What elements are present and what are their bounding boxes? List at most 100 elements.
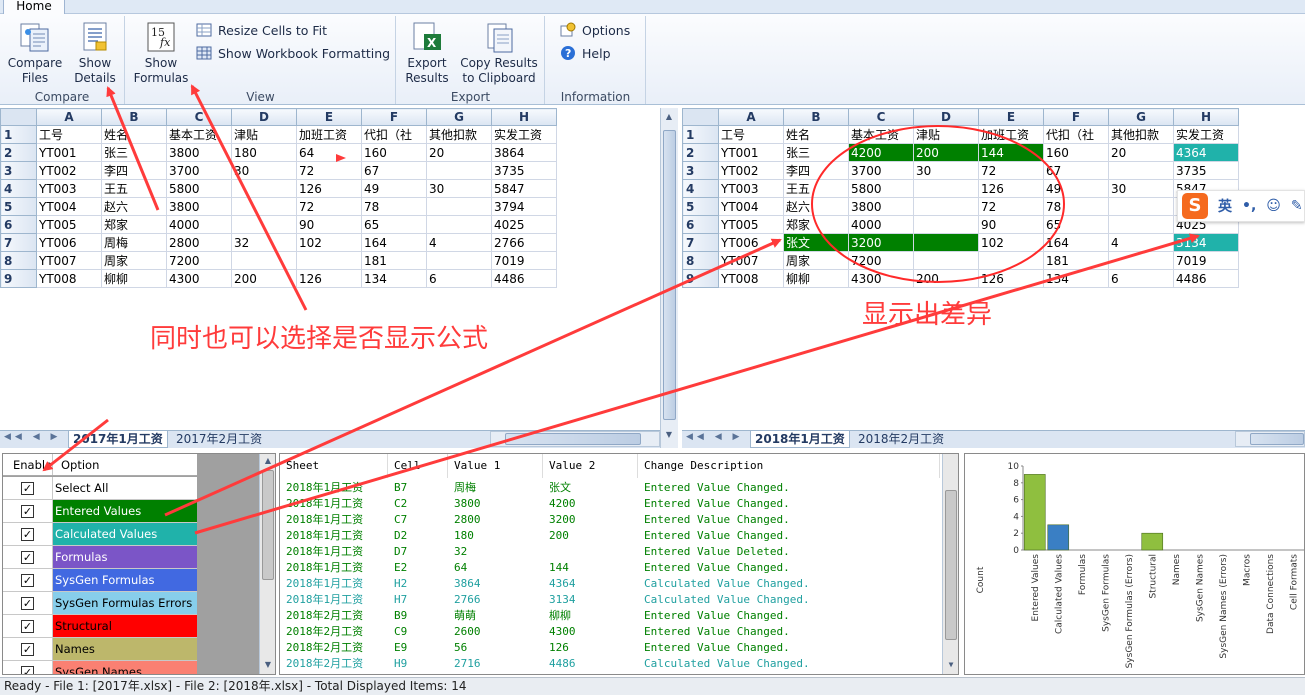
options-button[interactable]: Options <box>560 21 630 39</box>
cell[interactable]: 90 <box>978 215 1044 234</box>
cell[interactable]: 5847 <box>491 179 557 198</box>
cell[interactable]: 164 <box>361 233 427 252</box>
cell[interactable] <box>1108 215 1174 234</box>
cell[interactable]: 3200 <box>848 233 914 252</box>
cell[interactable]: 30 <box>913 161 979 180</box>
cell[interactable]: YT001 <box>718 143 784 162</box>
result-row[interactable]: 2018年2月工资 B9 萌萌 柳柳 Entered Value Changed. <box>280 608 940 624</box>
column-header[interactable]: E <box>296 108 362 126</box>
sogou-logo-icon[interactable]: S <box>1182 193 1208 219</box>
cell[interactable] <box>426 161 492 180</box>
cell[interactable]: 李四 <box>101 161 167 180</box>
cell[interactable]: 姓名 <box>101 125 167 144</box>
show-workbook-formatting-button[interactable]: Show Workbook Formatting <box>196 44 390 62</box>
enable-checkbox[interactable]: ✓ <box>21 504 34 518</box>
result-row[interactable]: 2018年1月工资 C7 2800 3200 Entered Value Changed… <box>280 512 940 528</box>
cell[interactable]: 王五 <box>783 179 849 198</box>
cell[interactable]: 基本工资 <box>166 125 232 144</box>
cell[interactable] <box>231 215 297 234</box>
filter-scroll-thumb[interactable] <box>262 470 274 580</box>
select-all-corner[interactable] <box>0 108 37 126</box>
left-vscroll-thumb[interactable] <box>663 130 676 420</box>
cell[interactable]: 柳柳 <box>101 269 167 288</box>
cell[interactable]: 加班工资 <box>978 125 1044 144</box>
cell[interactable]: 4025 <box>491 215 557 234</box>
tab-home[interactable]: Home <box>3 0 65 14</box>
row-header[interactable]: 4 <box>0 179 37 198</box>
enable-checkbox-cell[interactable]: ✓ <box>3 592 53 614</box>
cell[interactable]: 实发工资 <box>1173 125 1239 144</box>
cell[interactable]: 181 <box>1043 251 1109 270</box>
cell[interactable] <box>426 251 492 270</box>
cell[interactable]: 赵六 <box>101 197 167 216</box>
cell[interactable]: 126 <box>978 269 1044 288</box>
row-header[interactable]: 9 <box>0 269 37 288</box>
cell[interactable]: 49 <box>361 179 427 198</box>
results-header-description[interactable]: Change Description <box>638 454 940 478</box>
cell[interactable] <box>426 215 492 234</box>
cell[interactable]: YT003 <box>718 179 784 198</box>
column-header[interactable]: D <box>231 108 297 126</box>
cell[interactable]: 126 <box>296 179 362 198</box>
cell[interactable]: 3794 <box>491 197 557 216</box>
column-header[interactable]: B <box>101 108 167 126</box>
right-hscroll-thumb[interactable] <box>1250 433 1304 445</box>
cell[interactable]: YT005 <box>36 215 102 234</box>
cell[interactable]: 郑家 <box>101 215 167 234</box>
cell[interactable]: YT002 <box>36 161 102 180</box>
cell[interactable]: 7019 <box>1173 251 1239 270</box>
cell[interactable]: 67 <box>361 161 427 180</box>
left-hscroll-thumb[interactable] <box>505 433 641 445</box>
row-header[interactable]: 8 <box>0 251 37 270</box>
cell[interactable]: YT001 <box>36 143 102 162</box>
column-header[interactable]: G <box>1108 108 1174 126</box>
cell[interactable] <box>231 179 297 198</box>
filter-option-row[interactable]: ✓ SysGen Formulas Errors <box>3 592 197 615</box>
compare-files-button[interactable]: Compare Files <box>6 20 64 86</box>
cell[interactable]: 基本工资 <box>848 125 914 144</box>
cell[interactable]: 160 <box>361 143 427 162</box>
select-all-corner[interactable] <box>682 108 719 126</box>
cell[interactable]: 3700 <box>848 161 914 180</box>
cell[interactable]: 200 <box>913 269 979 288</box>
left-vertical-scrollbar[interactable]: ▲ ▼ <box>660 108 678 448</box>
cell[interactable]: 3134 <box>1173 233 1239 252</box>
column-header[interactable]: C <box>166 108 232 126</box>
cell[interactable] <box>1108 197 1174 216</box>
row-header[interactable]: 3 <box>0 161 37 180</box>
row-header[interactable]: 6 <box>0 215 37 234</box>
enable-checkbox[interactable]: ✓ <box>21 527 34 541</box>
cell[interactable]: 4300 <box>848 269 914 288</box>
tab-2018-feb[interactable]: 2018年2月工资 <box>854 431 948 448</box>
cell[interactable] <box>913 251 979 270</box>
cell[interactable]: 144 <box>978 143 1044 162</box>
cell[interactable]: 4 <box>1108 233 1174 252</box>
cell[interactable]: 周家 <box>101 251 167 270</box>
cell[interactable]: 20 <box>1108 143 1174 162</box>
cell[interactable]: 4 <box>426 233 492 252</box>
cell[interactable]: 72 <box>978 161 1044 180</box>
results-scroll-thumb[interactable] <box>945 490 957 640</box>
cell[interactable] <box>231 197 297 216</box>
ime-punctuation-toggle[interactable]: •, <box>1242 198 1256 214</box>
filter-option-row[interactable]: ✓ Formulas <box>3 546 197 569</box>
cell[interactable]: 3735 <box>1173 161 1239 180</box>
column-header[interactable]: H <box>1173 108 1239 126</box>
help-button[interactable]: ? Help <box>560 44 611 62</box>
cell[interactable]: 3800 <box>848 197 914 216</box>
results-header-sheet[interactable]: Sheet <box>280 454 388 478</box>
result-row[interactable]: 2018年2月工资 C9 2600 4300 Entered Value Changed… <box>280 624 940 640</box>
right-sheet-grid[interactable]: A B C D E F G H 1 工号 姓名 基本工资 津贴 加班工资 代扣（社 其他扣款 实发工资 2 YT00… <box>682 108 1239 288</box>
row-header[interactable]: 3 <box>682 161 719 180</box>
cell[interactable]: 3800 <box>166 143 232 162</box>
enable-checkbox-cell[interactable]: ✓ <box>3 477 53 499</box>
cell[interactable]: 4364 <box>1173 143 1239 162</box>
cell[interactable]: 6 <box>426 269 492 288</box>
cell[interactable]: 津贴 <box>913 125 979 144</box>
cell[interactable]: 5800 <box>848 179 914 198</box>
cell[interactable]: 柳柳 <box>783 269 849 288</box>
filter-option-row[interactable]: ✓ Structural <box>3 615 197 638</box>
enable-checkbox[interactable]: ✓ <box>21 619 34 633</box>
filter-option-row[interactable]: ✓ Select All <box>3 477 197 500</box>
row-header[interactable]: 7 <box>682 233 719 252</box>
